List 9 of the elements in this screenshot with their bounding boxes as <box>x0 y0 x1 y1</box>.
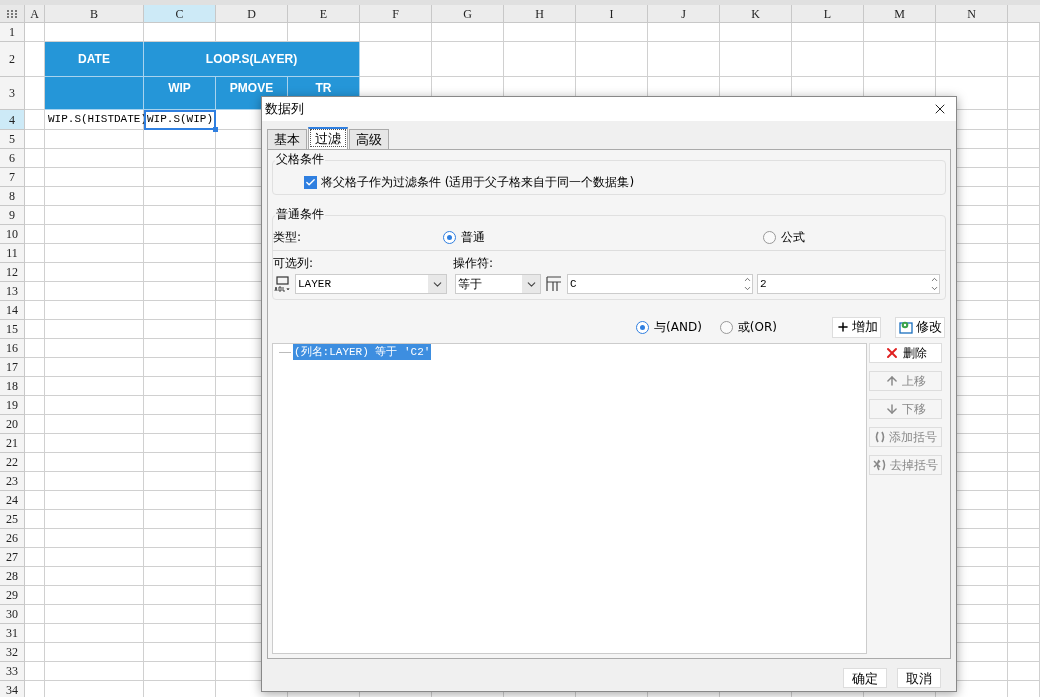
operator-label: 操作符: <box>453 255 494 272</box>
column-label: 可选列: <box>273 255 315 272</box>
group-legend: 普通条件 <box>275 205 325 223</box>
combo-value: LAYER <box>298 276 331 292</box>
type-label: 类型: <box>273 229 303 246</box>
combo-value: 等于 <box>458 276 482 293</box>
field-value: C <box>570 276 577 292</box>
field-value: 2 <box>760 276 767 292</box>
group-legend: 父格条件 <box>275 150 325 168</box>
